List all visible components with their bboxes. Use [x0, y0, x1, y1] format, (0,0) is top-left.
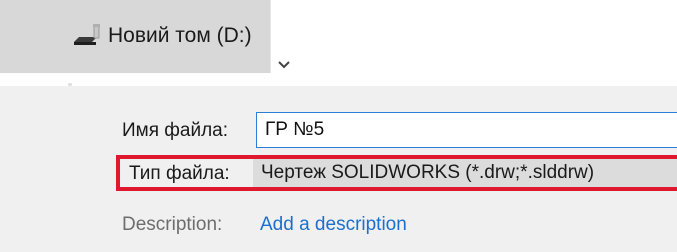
panel-artifact: [68, 83, 72, 86]
filename-input[interactable]: [256, 112, 677, 148]
chevron-down-icon[interactable]: [271, 56, 297, 74]
nav-item-drive-d[interactable]: Новий том (D:): [0, 0, 270, 73]
drive-label: Новий том (D:): [108, 24, 252, 47]
drive-icon: [74, 24, 100, 45]
filetype-value: Чертеж SOLIDWORKS (*.drw;*.slddrw): [261, 162, 595, 183]
add-description-link[interactable]: Add a description: [260, 214, 407, 236]
save-dialog: Новий том (D:) Имя файла: Тип файла: Чер…: [0, 0, 677, 252]
description-label: Description:: [122, 214, 223, 235]
filename-label: Имя файла:: [122, 120, 229, 141]
filetype-dropdown[interactable]: Чертеж SOLIDWORKS (*.drw;*.slddrw): [253, 159, 677, 187]
filetype-label: Тип файла:: [129, 163, 230, 184]
